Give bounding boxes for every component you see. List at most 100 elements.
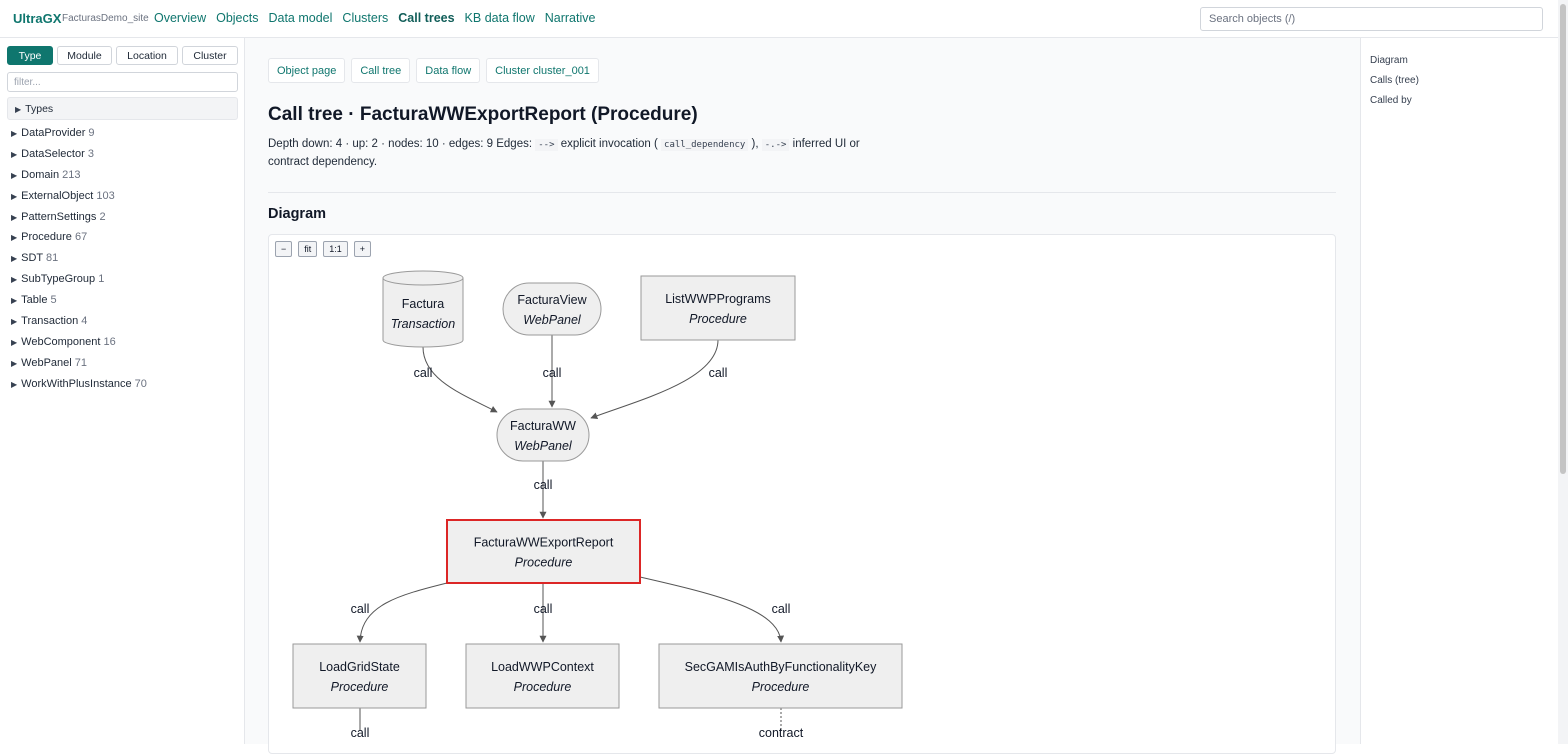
call-edge-facturaww-export[interactable]: call [534,461,553,519]
node-factura[interactable]: Factura Transaction [382,270,464,348]
call-tree-link[interactable]: Call tree [351,58,411,83]
node-name: LoadWWPContext [491,660,594,674]
call-edge-export-loadwwp[interactable]: call [534,583,553,643]
list-item[interactable]: ▶ Table 5 [11,294,147,315]
call-edge-export-secgam[interactable]: call [639,576,790,643]
list-item[interactable]: ▶ Procedure 67 [11,231,147,252]
node-type: Procedure [752,680,810,694]
caret-right-icon: ▶ [11,379,18,389]
node-name: SecGAMIsAuthByFunctionalityKey [685,660,877,674]
diagram-panel[interactable]: − fit 1:1 + call call call call call call call… [268,234,1336,754]
nav-objects[interactable]: Objects [216,11,258,25]
nav-overview[interactable]: Overview [154,11,206,25]
node-secgam[interactable]: SecGAMIsAuthByFunctionalityKey Procedure [658,643,903,709]
caret-right-icon: ▶ [11,317,18,327]
list-item[interactable]: ▶ SubTypeGroup 1 [11,273,147,294]
call-dependency-code: call_dependency [661,139,749,151]
edge-label: call [351,726,370,740]
call-edge-listwwp-facturaww[interactable]: call [590,339,728,420]
nav-clusters[interactable]: Clusters [342,11,388,25]
object-page-link[interactable]: Object page [268,58,346,83]
inferred-edge-symbol: -.-> [761,139,790,151]
brand-logo[interactable]: UltraGX [13,11,61,26]
caret-right-icon: ▶ [11,149,18,159]
call-tree-graph: call call call call call call call call contract… [292,270,903,740]
search-input[interactable] [1200,7,1543,31]
page-scrollbar[interactable] [1558,0,1568,744]
data-flow-link[interactable]: Data flow [416,58,481,83]
caret-right-icon: ▶ [11,129,18,138]
list-item[interactable]: ▶ WebPanel 71 [11,357,147,378]
tab-module[interactable]: Module [57,46,112,65]
object-links: Object page Call tree Data flow Cluster … [268,58,599,83]
call-edge-loadgrid-next[interactable]: call [351,708,370,740]
node-loadgrid[interactable]: LoadGridState Procedure [292,643,427,709]
outline-calls-tree[interactable]: Calls (tree) [1370,75,1419,95]
explicit-edge-symbol: --> [535,139,558,151]
caret-right-icon: ▶ [11,191,18,201]
node-type: Procedure [689,312,747,326]
types-group-toggle[interactable]: ▶ Types [7,97,238,120]
nav-narrative[interactable]: Narrative [545,11,596,25]
caret-right-icon: ▶ [11,337,18,347]
grouping-tabs: Type Module Location Cluster [7,46,238,65]
edge-label: call [543,366,562,380]
node-type: Procedure [515,556,573,570]
node-name: FacturaWWExportReport [474,536,614,550]
call-edge-factura-facturaww[interactable]: call [414,346,498,413]
edge-label: call [709,366,728,380]
outline-diagram[interactable]: Diagram [1370,55,1419,75]
nav-call-trees[interactable]: Call trees [398,11,454,25]
node-name: ListWWPPrograms [665,292,771,306]
node-facturaview[interactable]: FacturaView WebPanel [502,282,602,336]
outline-called-by[interactable]: Called by [1370,95,1419,115]
caret-right-icon: ▶ [11,254,18,264]
filter-input[interactable] [7,72,238,92]
list-item[interactable]: ▶ WorkWithPlusInstance 70 [11,378,147,399]
node-name: LoadGridState [319,660,400,674]
cluster-link[interactable]: Cluster cluster_001 [486,58,599,83]
node-type: Procedure [514,680,572,694]
top-bar: UltraGX FacturasDemo_site Overview Objec… [0,0,1568,38]
node-listwwp[interactable]: ListWWPPrograms Procedure [640,275,796,341]
types-heading: Types [25,103,54,115]
call-edge-facturaview-facturaww[interactable]: call [543,335,562,408]
node-name: FacturaWW [510,419,576,433]
caret-right-icon: ▶ [11,358,18,368]
edge-label: contract [759,726,804,740]
node-loadwwp[interactable]: LoadWWPContext Procedure [465,643,620,709]
caret-right-icon: ▶ [11,212,18,222]
list-item[interactable]: ▶ Domain 213 [11,169,147,190]
nav-data-model[interactable]: Data model [268,11,332,25]
node-facturaww[interactable]: FacturaWW WebPanel [496,408,590,462]
nav-kb-data-flow[interactable]: KB data flow [465,11,535,25]
node-name: FacturaView [517,293,587,307]
list-item[interactable]: ▶ DataSelector 3 [11,148,147,169]
caret-right-icon: ▶ [11,275,18,285]
caret-right-icon: ▶ [11,296,18,306]
list-item[interactable]: ▶ Transaction 4 [11,315,147,336]
call-edge-secgam-next[interactable]: contract [759,708,804,740]
site-name: FacturasDemo_site [62,13,149,24]
list-item[interactable]: ▶ DataProvider 9 [11,127,147,148]
diagram-heading: Diagram [268,206,327,222]
edge-label: call [534,478,553,492]
list-item[interactable]: ▶ WebComponent 16 [11,336,147,357]
list-item[interactable]: ▶ PatternSettings 2 [11,211,147,232]
tab-cluster[interactable]: Cluster [182,46,238,65]
node-type: WebPanel [514,439,573,453]
edge-label: call [351,602,370,616]
sidebar: Type Module Location Cluster ▶Types ▶Dat… [0,38,245,744]
scrollbar-thumb[interactable] [1560,4,1566,474]
edge-label: call [414,366,433,380]
call-edge-export-loadgrid[interactable]: call [351,582,448,643]
node-export[interactable]: FacturaWWExportReport Procedure [446,519,641,584]
list-item[interactable]: ▶ ExternalObject 103 [11,190,147,211]
type-list: ▶ DataProvider 9 ▶ DataSelector 3 ▶ Domain … [11,127,147,399]
tab-location[interactable]: Location [116,46,178,65]
list-item[interactable]: ▶ SDT 81 [11,252,147,273]
caret-right-icon: ▶ [11,170,18,180]
divider [268,192,1336,193]
tab-type[interactable]: Type [7,46,53,65]
caret-right-icon: ▶ [15,105,22,114]
